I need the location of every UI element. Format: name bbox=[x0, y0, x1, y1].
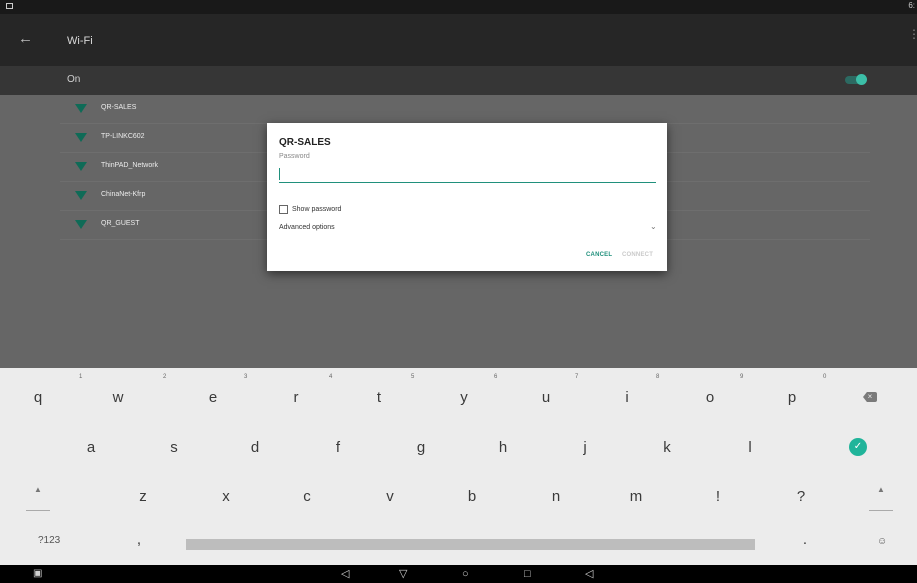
wifi-signal-icon bbox=[75, 162, 87, 171]
connect-button[interactable]: CONNECT bbox=[622, 252, 653, 258]
key-hint: 0 bbox=[823, 374, 827, 380]
symbols-key[interactable]: ?123 bbox=[38, 535, 60, 546]
screenshot-icon[interactable]: ▣ bbox=[33, 567, 42, 581]
key-r[interactable]: r bbox=[281, 389, 311, 407]
wifi-switch-label: On bbox=[67, 74, 81, 85]
wifi-signal-icon bbox=[75, 104, 87, 113]
key-z[interactable]: z bbox=[128, 488, 158, 506]
network-name: TP-LINKC602 bbox=[101, 133, 145, 140]
advanced-options[interactable]: Advanced options bbox=[279, 224, 335, 231]
volume-down-icon[interactable]: ◁ bbox=[341, 567, 349, 581]
key-hint: 3 bbox=[244, 374, 248, 380]
key-hint: 5 bbox=[411, 374, 415, 380]
wifi-signal-icon bbox=[75, 220, 87, 229]
page-title: Wi-Fi bbox=[67, 35, 93, 47]
key-v[interactable]: v bbox=[375, 488, 405, 506]
dialog-title: QR-SALES bbox=[279, 137, 331, 148]
key-i[interactable]: i bbox=[612, 389, 642, 407]
key-k[interactable]: k bbox=[652, 439, 682, 457]
nav-home-circle-icon[interactable]: ○ bbox=[462, 567, 469, 581]
key-l[interactable]: l bbox=[735, 439, 765, 457]
password-input[interactable] bbox=[279, 164, 656, 183]
key-w[interactable]: w bbox=[103, 389, 133, 407]
wifi-toggle-thumb[interactable] bbox=[856, 74, 867, 85]
key-x[interactable]: x bbox=[211, 488, 241, 506]
shift-left-key[interactable]: ▲ bbox=[23, 485, 53, 511]
key-d[interactable]: d bbox=[240, 439, 270, 457]
key-u[interactable]: u bbox=[531, 389, 561, 407]
overflow-menu-icon[interactable]: ⋮ bbox=[908, 28, 917, 40]
key-h[interactable]: h bbox=[488, 439, 518, 457]
key-m[interactable]: m bbox=[621, 488, 651, 506]
key-n[interactable]: n bbox=[541, 488, 571, 506]
shift-arrow-icon: ▲ bbox=[34, 485, 42, 494]
key-e[interactable]: e bbox=[198, 389, 228, 407]
key-j[interactable]: j bbox=[570, 439, 600, 457]
key-q[interactable]: q bbox=[23, 389, 53, 407]
key-p[interactable]: p bbox=[777, 389, 807, 407]
key-hint: 1 bbox=[79, 374, 83, 380]
nav-recents-square-icon[interactable]: □ bbox=[524, 567, 531, 581]
wifi-switch-bar[interactable]: On bbox=[0, 66, 917, 95]
key-a[interactable]: a bbox=[76, 439, 106, 457]
nav-back-triangle-icon[interactable]: ▽ bbox=[399, 567, 407, 581]
key-hint: 2 bbox=[163, 374, 167, 380]
key-comma[interactable]: , bbox=[124, 531, 154, 549]
network-name: QR-SALES bbox=[101, 104, 137, 111]
cancel-button[interactable]: CANCEL bbox=[586, 252, 612, 258]
volume-up-icon[interactable]: ◁ bbox=[585, 567, 593, 581]
status-bar: 6: bbox=[0, 0, 917, 14]
show-password-checkbox[interactable] bbox=[279, 205, 288, 214]
status-time: 6: bbox=[908, 1, 915, 10]
check-circle-icon[interactable]: ✓ bbox=[849, 438, 867, 456]
emoji-icon[interactable]: ☺ bbox=[877, 536, 887, 547]
app-bar: ← Wi-Fi ⋮ bbox=[0, 14, 917, 66]
key-period[interactable]: . bbox=[790, 531, 820, 549]
on-screen-keyboard: q 1 w 2 e 3 r 4 t 5 y 6 u 7 i 8 o 9 p 0 … bbox=[0, 368, 917, 565]
text-cursor bbox=[279, 168, 280, 180]
key-hint: 6 bbox=[494, 374, 498, 380]
network-item[interactable]: QR-SALES bbox=[60, 95, 870, 124]
key-t[interactable]: t bbox=[364, 389, 394, 407]
shift-arrow-icon: ▲ bbox=[877, 485, 885, 494]
key-question[interactable]: ? bbox=[786, 488, 816, 506]
key-s[interactable]: s bbox=[159, 439, 189, 457]
key-g[interactable]: g bbox=[406, 439, 436, 457]
wifi-signal-icon bbox=[75, 133, 87, 142]
key-hint: 7 bbox=[575, 374, 579, 380]
notification-icon bbox=[6, 3, 13, 9]
backspace-icon[interactable]: × bbox=[863, 392, 877, 402]
password-label: Password bbox=[279, 153, 310, 160]
shift-right-key[interactable]: ▲ bbox=[866, 485, 896, 511]
spacebar[interactable] bbox=[186, 539, 755, 550]
key-o[interactable]: o bbox=[695, 389, 725, 407]
wifi-signal-icon bbox=[75, 191, 87, 200]
key-b[interactable]: b bbox=[457, 488, 487, 506]
network-name: ChinaNet-Kfrp bbox=[101, 191, 146, 198]
key-hint: 8 bbox=[656, 374, 660, 380]
network-name: ThinPAD_Network bbox=[101, 162, 159, 169]
network-name: QR_GUEST bbox=[101, 220, 140, 227]
key-y[interactable]: y bbox=[449, 389, 479, 407]
key-hint: 9 bbox=[740, 374, 744, 380]
system-nav-bar: ▣ ◁ ▽ ○ □ ◁ bbox=[0, 565, 917, 583]
chevron-down-icon[interactable]: ⌄ bbox=[650, 222, 657, 231]
key-hint: 4 bbox=[329, 374, 333, 380]
key-f[interactable]: f bbox=[323, 439, 353, 457]
show-password-label[interactable]: Show password bbox=[292, 206, 341, 213]
back-arrow-icon[interactable]: ← bbox=[18, 30, 33, 48]
key-c[interactable]: c bbox=[292, 488, 322, 506]
key-exclamation[interactable]: ! bbox=[703, 488, 733, 506]
wifi-password-dialog: QR-SALES Password Show password Advanced… bbox=[267, 123, 667, 271]
